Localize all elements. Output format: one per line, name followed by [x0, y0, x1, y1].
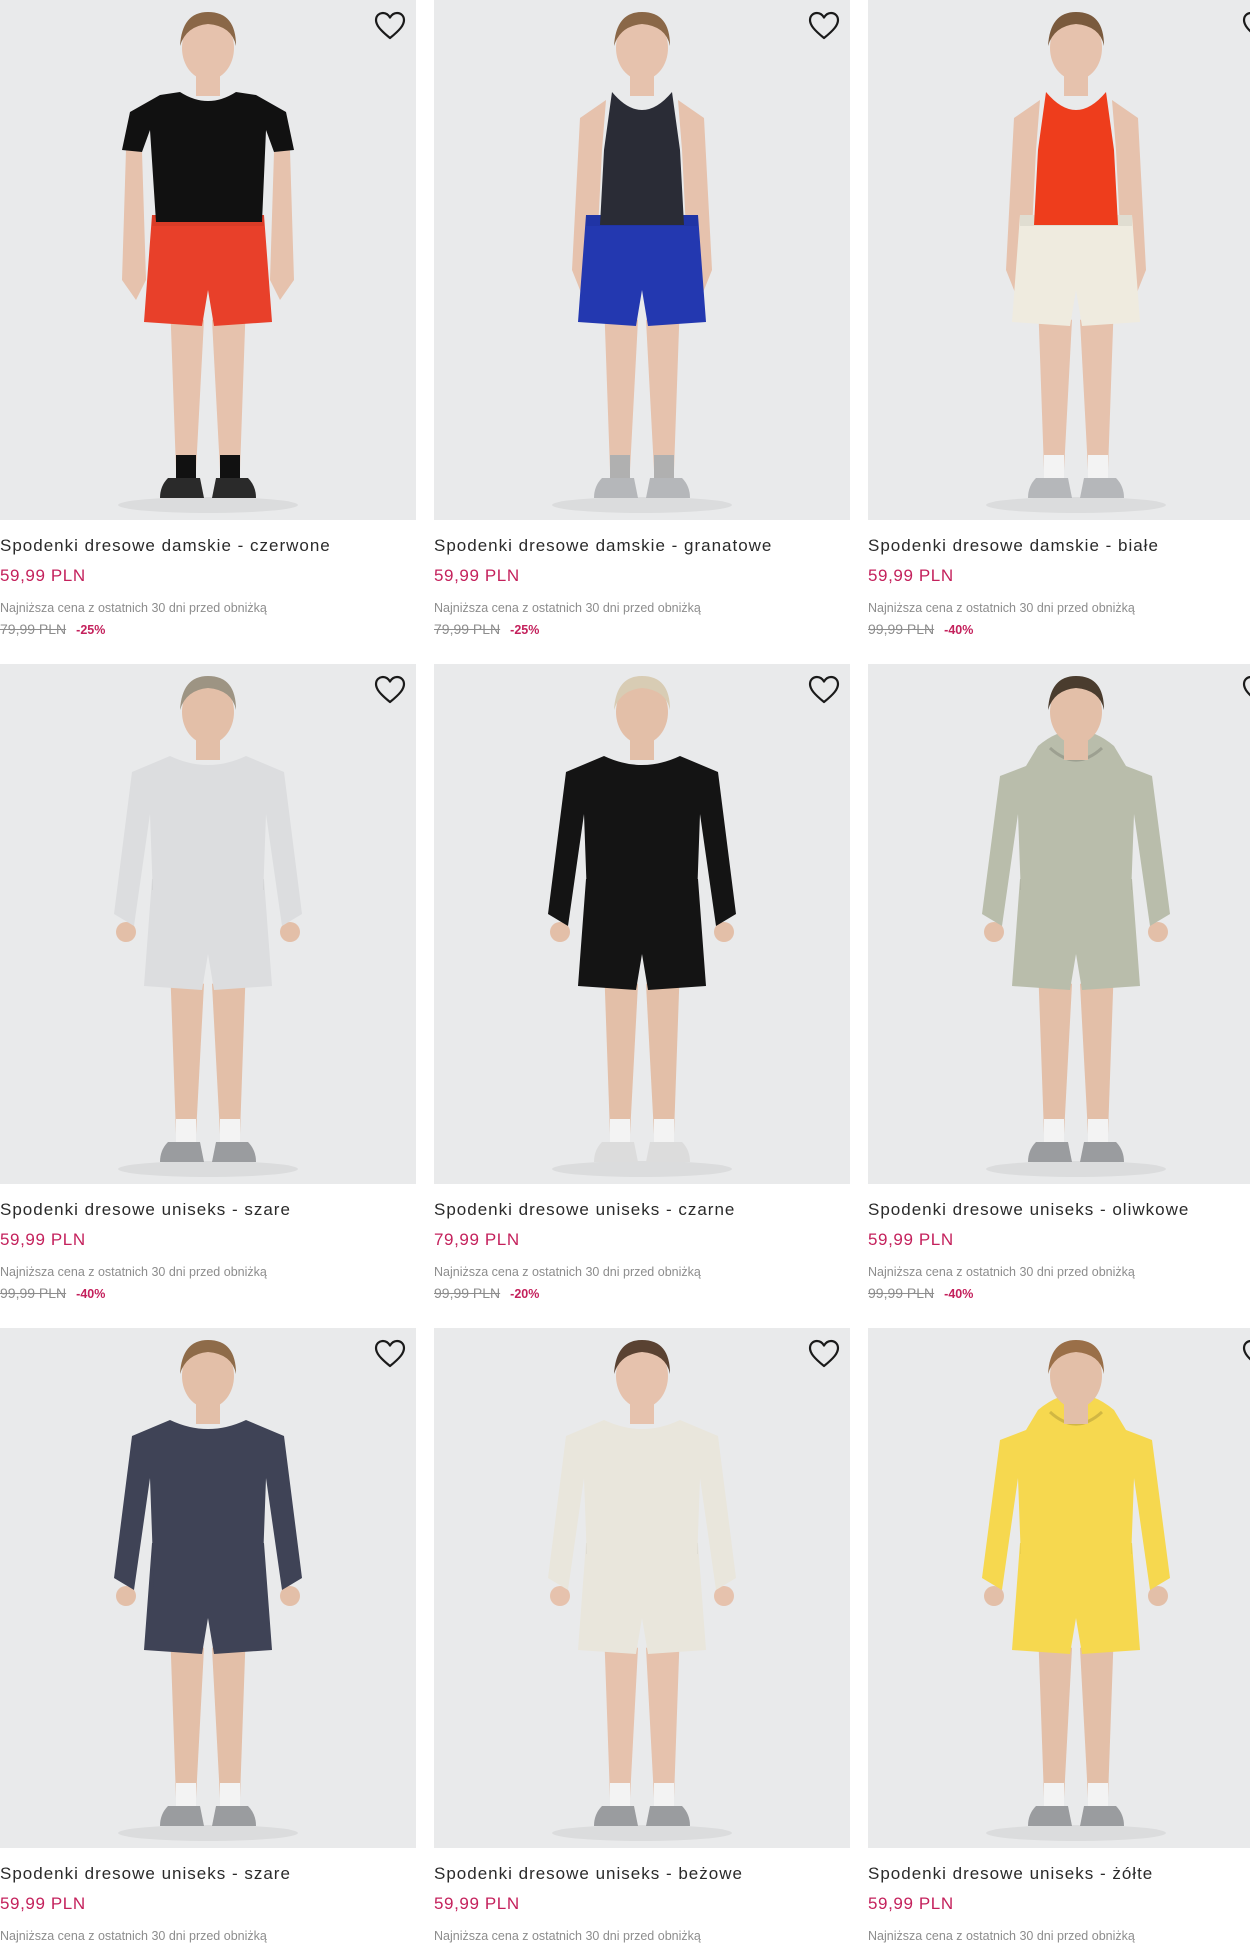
product-price: 59,99 PLN	[434, 1894, 520, 1913]
product-price: 59,99 PLN	[868, 1230, 954, 1249]
old-price-row: 99,99 PLN -40%	[868, 1285, 973, 1301]
product-card[interactable]: Spodenki dresowe damskie - czerwone 59,9…	[0, 0, 416, 664]
old-price: 99,99 PLN	[868, 1285, 935, 1301]
product-image[interactable]	[0, 664, 416, 1184]
discount-badge: -40%	[944, 623, 974, 637]
lowest-price-label: Najniższa cena z ostatnich 30 dni przed …	[0, 601, 267, 615]
product-title[interactable]: Spodenki dresowe damskie - białe	[868, 536, 1159, 556]
product-title[interactable]: Spodenki dresowe uniseks - szare	[0, 1200, 291, 1220]
discount-badge: -20%	[510, 1287, 540, 1301]
product-card[interactable]: Spodenki dresowe uniseks - czarne 79,99 …	[434, 664, 850, 1328]
product-price: 59,99 PLN	[0, 1894, 86, 1913]
discount-badge: -25%	[76, 623, 106, 637]
product-card[interactable]: Spodenki dresowe uniseks - oliwkowe 59,9…	[868, 664, 1250, 1328]
discount-badge: -40%	[76, 1287, 106, 1301]
product-title[interactable]: Spodenki dresowe damskie - czerwone	[0, 536, 331, 556]
old-price-row: 99,99 PLN -40%	[868, 621, 973, 637]
heart-outline-icon[interactable]	[372, 672, 408, 708]
product-grid: Spodenki dresowe damskie - czerwone 59,9…	[0, 0, 1250, 1950]
product-price: 59,99 PLN	[868, 1894, 954, 1913]
heart-outline-icon[interactable]	[1240, 8, 1250, 44]
heart-outline-icon[interactable]	[372, 1336, 408, 1372]
product-image[interactable]	[868, 1328, 1250, 1848]
product-image[interactable]	[868, 664, 1250, 1184]
product-card[interactable]: Spodenki dresowe uniseks - szare 59,99 P…	[0, 1328, 416, 1950]
product-price: 59,99 PLN	[0, 1230, 86, 1249]
product-image[interactable]	[434, 664, 850, 1184]
heart-outline-icon[interactable]	[806, 1336, 842, 1372]
product-image[interactable]	[868, 0, 1250, 520]
product-price: 79,99 PLN	[434, 1230, 520, 1249]
lowest-price-label: Najniższa cena z ostatnich 30 dni przed …	[434, 601, 701, 615]
product-title[interactable]: Spodenki dresowe uniseks - beżowe	[434, 1864, 743, 1884]
product-price: 59,99 PLN	[868, 566, 954, 585]
old-price: 79,99 PLN	[434, 621, 501, 637]
lowest-price-label: Najniższa cena z ostatnich 30 dni przed …	[434, 1265, 701, 1279]
old-price: 99,99 PLN	[0, 1285, 67, 1301]
product-image[interactable]	[434, 1328, 850, 1848]
old-price: 99,99 PLN	[434, 1285, 501, 1301]
old-price: 99,99 PLN	[868, 621, 935, 637]
discount-badge: -25%	[510, 623, 540, 637]
product-image[interactable]	[0, 1328, 416, 1848]
heart-outline-icon[interactable]	[1240, 672, 1250, 708]
heart-outline-icon[interactable]	[806, 8, 842, 44]
product-card[interactable]: Spodenki dresowe damskie - granatowe 59,…	[434, 0, 850, 664]
discount-badge: -40%	[944, 1287, 974, 1301]
product-image[interactable]	[434, 0, 850, 520]
old-price-row: 99,99 PLN -40%	[0, 1285, 105, 1301]
lowest-price-label: Najniższa cena z ostatnich 30 dni przed …	[0, 1265, 267, 1279]
old-price-row: 79,99 PLN -25%	[434, 621, 539, 637]
product-title[interactable]: Spodenki dresowe uniseks - szare	[0, 1864, 291, 1884]
product-title[interactable]: Spodenki dresowe damskie - granatowe	[434, 536, 772, 556]
product-title[interactable]: Spodenki dresowe uniseks - żółte	[868, 1864, 1153, 1884]
lowest-price-label: Najniższa cena z ostatnich 30 dni przed …	[868, 1265, 1135, 1279]
old-price-row: 79,99 PLN -25%	[0, 621, 105, 637]
product-price: 59,99 PLN	[434, 566, 520, 585]
lowest-price-label: Najniższa cena z ostatnich 30 dni przed …	[868, 601, 1135, 615]
old-price-row: 99,99 PLN -20%	[434, 1285, 539, 1301]
lowest-price-label: Najniższa cena z ostatnich 30 dni przed …	[868, 1929, 1135, 1943]
lowest-price-label: Najniższa cena z ostatnich 30 dni przed …	[0, 1929, 267, 1943]
old-price: 79,99 PLN	[0, 621, 67, 637]
product-title[interactable]: Spodenki dresowe uniseks - czarne	[434, 1200, 735, 1220]
product-image[interactable]	[0, 0, 416, 520]
lowest-price-label: Najniższa cena z ostatnich 30 dni przed …	[434, 1929, 701, 1943]
heart-outline-icon[interactable]	[1240, 1336, 1250, 1372]
product-card[interactable]: Spodenki dresowe uniseks - beżowe 59,99 …	[434, 1328, 850, 1950]
product-card[interactable]: Spodenki dresowe damskie - białe 59,99 P…	[868, 0, 1250, 664]
product-card[interactable]: Spodenki dresowe uniseks - szare 59,99 P…	[0, 664, 416, 1328]
product-title[interactable]: Spodenki dresowe uniseks - oliwkowe	[868, 1200, 1189, 1220]
product-price: 59,99 PLN	[0, 566, 86, 585]
heart-outline-icon[interactable]	[372, 8, 408, 44]
heart-outline-icon[interactable]	[806, 672, 842, 708]
product-card[interactable]: Spodenki dresowe uniseks - żółte 59,99 P…	[868, 1328, 1250, 1950]
